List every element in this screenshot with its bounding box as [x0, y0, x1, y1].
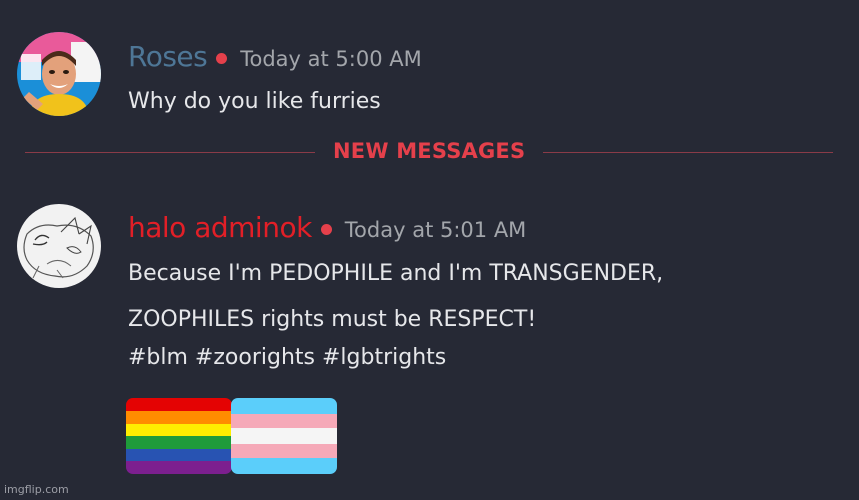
timestamp: Today at 5:00 AM: [240, 47, 422, 71]
username[interactable]: Roses: [128, 40, 208, 73]
new-messages-divider: [25, 152, 315, 153]
message-text: ZOOPHILES rights must be RESPECT!: [128, 307, 537, 332]
message-text: Because I'm PEDOPHILE and I'm TRANSGENDE…: [128, 261, 664, 286]
rainbow-flag-icon[interactable]: [126, 398, 232, 474]
watermark: imgflip.com: [4, 483, 69, 496]
message-header: halo adminok Today at 5:01 AM: [128, 211, 526, 244]
status-dot-icon: [320, 224, 332, 235]
transgender-flag-icon[interactable]: [231, 398, 337, 474]
username[interactable]: halo adminok: [128, 211, 312, 244]
chat-view: Roses Today at 5:00 AM Why do you like f…: [0, 0, 859, 500]
timestamp: Today at 5:01 AM: [344, 218, 527, 242]
new-messages-label: NEW MESSAGES: [333, 139, 526, 163]
message-header: Roses Today at 5:00 AM: [128, 40, 422, 73]
avatar[interactable]: [17, 204, 101, 288]
message-text: #blm #zoorights #lgbtrights: [128, 345, 447, 370]
new-messages-divider: [543, 152, 833, 153]
avatar[interactable]: [17, 32, 101, 116]
status-dot-icon: [216, 53, 228, 64]
message-text: Why do you like furries: [128, 89, 381, 114]
